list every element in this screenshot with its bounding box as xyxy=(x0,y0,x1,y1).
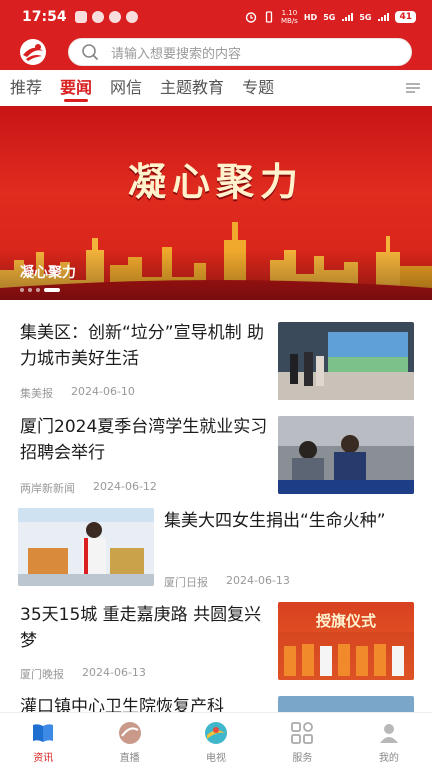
news-source: 厦门晚报 xyxy=(20,668,64,681)
news-title: 集美大四女生捐出“生命火种” xyxy=(164,511,386,531)
news-meta: 厦门日报 2024-06-13 xyxy=(164,574,290,590)
status-right: 1.10 MB/s HD 5G 5G 41 xyxy=(245,9,416,25)
nav-service[interactable]: 服务 xyxy=(259,713,345,768)
news-title: 集美区：创新“垃分”宣导机制 助力城市美好生活 xyxy=(20,323,265,369)
news-source: 厦门日报 xyxy=(164,576,208,589)
nav-label: 电视 xyxy=(206,753,227,764)
search-icon xyxy=(82,44,98,60)
alarm-icon xyxy=(245,12,257,23)
category-tabs: 推荐 要闻 网信 主题教育 专题 xyxy=(0,70,432,106)
nav-label: 我的 xyxy=(378,753,399,764)
news-thumbnail xyxy=(278,322,414,400)
carousel-dot xyxy=(20,288,24,292)
search-bar[interactable]: 请输入想要搜索的内容 xyxy=(68,38,412,66)
tv-icon xyxy=(205,722,228,744)
notification-icons xyxy=(74,11,138,23)
news-source: 两岸新新闻 xyxy=(20,482,75,495)
news-title: 35天15城 重走嘉庚路 共圆复兴梦 xyxy=(20,605,262,651)
news-date: 2024-06-10 xyxy=(71,385,135,398)
profile-icon xyxy=(379,724,398,743)
nav-label: 直播 xyxy=(119,753,140,764)
signal-icon-2 xyxy=(378,13,390,21)
nav-live[interactable]: 直播 xyxy=(86,713,172,768)
nav-mine[interactable]: 我的 xyxy=(346,713,432,768)
thumbnail-text: 授旗仪式 xyxy=(315,612,376,630)
thumbnail-people xyxy=(278,632,414,680)
carousel-dot xyxy=(28,288,32,292)
news-item[interactable]: 厦门2024夏季台湾学生就业实习招聘会举行 两岸新新闻 2024-06-12 xyxy=(0,404,432,498)
news-thumbnail xyxy=(18,508,154,586)
nav-label: 资讯 xyxy=(33,753,54,764)
news-thumbnail: 授旗仪式 xyxy=(278,602,414,680)
news-meta: 两岸新新闻 2024-06-12 xyxy=(20,480,157,496)
news-date: 2024-06-12 xyxy=(93,480,157,493)
drop-notification-icon xyxy=(108,11,121,23)
news-date: 2024-06-13 xyxy=(226,574,290,587)
vibrate-icon xyxy=(265,11,273,23)
chat-notification-icon xyxy=(91,11,104,23)
carousel-dot-active xyxy=(44,288,60,292)
cloud-notification-icon xyxy=(125,11,138,23)
network-5g-2: 5G xyxy=(359,12,372,22)
news-meta: 集美报 2024-06-10 xyxy=(20,385,135,401)
nav-tv[interactable]: 电视 xyxy=(173,713,259,768)
status-bar: 17:54 1.10 MB/s HD 5G 5G 41 xyxy=(0,0,432,34)
signal-icon xyxy=(342,13,354,21)
news-item[interactable]: 集美大四女生捐出“生命火种” 厦门日报 2024-06-13 xyxy=(0,498,432,592)
banner-headline: 凝心聚力 xyxy=(127,159,304,204)
tab-special[interactable]: 专题 xyxy=(242,70,274,106)
carousel-dot xyxy=(36,288,40,292)
search-input[interactable]: 请输入想要搜索的内容 xyxy=(111,43,241,62)
tab-cyber[interactable]: 网信 xyxy=(110,70,142,106)
tab-theme-education[interactable]: 主题教育 xyxy=(160,70,224,106)
network-5g-1: 5G xyxy=(323,12,336,22)
news-meta: 厦门晚报 2024-06-13 xyxy=(20,666,146,682)
news-item[interactable]: 集美区：创新“垃分”宣导机制 助力城市美好生活 集美报 2024-06-10 xyxy=(0,300,432,404)
news-source: 集美报 xyxy=(20,387,53,400)
tab-recommend[interactable]: 推荐 xyxy=(10,70,42,106)
nav-news[interactable]: 资讯 xyxy=(0,713,86,768)
battery-indicator: 41 xyxy=(395,11,416,23)
banner-caption: 凝心聚力 xyxy=(20,265,76,281)
tab-headlines[interactable]: 要闻 xyxy=(60,70,92,106)
status-time: 17:54 xyxy=(22,9,67,25)
news-date: 2024-06-13 xyxy=(82,666,146,679)
hd-indicator: HD xyxy=(303,12,318,22)
app-header: 请输入想要搜索的内容 xyxy=(0,34,432,70)
app-notification-icon xyxy=(74,11,87,23)
book-icon xyxy=(33,724,54,742)
app-logo-icon[interactable] xyxy=(18,37,48,67)
news-thumbnail xyxy=(278,416,414,494)
nav-label: 服务 xyxy=(292,753,313,764)
news-title: 厦门2024夏季台湾学生就业实习招聘会举行 xyxy=(20,417,268,463)
carousel-indicator xyxy=(20,288,60,292)
network-speed: 1.10 MB/s xyxy=(280,9,298,25)
news-item[interactable]: 35天15城 重走嘉庚路 共圆复兴梦 厦门晚报 2024-06-13 授旗仪式 xyxy=(0,592,432,686)
grid-icon xyxy=(291,722,314,744)
tabs-menu-icon[interactable] xyxy=(406,83,420,93)
banner-carousel[interactable]: 凝心聚力 凝心聚力 xyxy=(0,106,432,300)
bottom-navigation: 资讯 直播 电视 服务 我的 xyxy=(0,712,432,768)
live-icon xyxy=(118,722,141,744)
